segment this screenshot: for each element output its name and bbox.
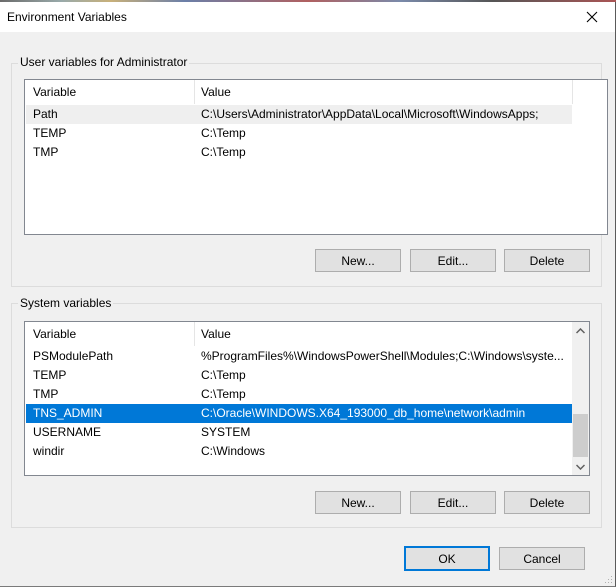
- chevron-down-icon: [576, 463, 585, 470]
- variable-name-cell: TNS_ADMIN: [33, 406, 103, 420]
- table-row[interactable]: TEMP C:\Temp: [26, 124, 572, 143]
- cancel-button[interactable]: Cancel: [499, 547, 585, 570]
- scroll-down-button[interactable]: [572, 458, 589, 475]
- system-new-button[interactable]: New...: [315, 491, 401, 514]
- table-row[interactable]: USERNAME SYSTEM: [26, 423, 572, 442]
- system-edit-button[interactable]: Edit...: [410, 491, 496, 514]
- variable-name-cell: TMP: [33, 387, 59, 401]
- table-row[interactable]: TMP C:\Temp: [26, 143, 572, 162]
- variable-name-cell: PSModulePath: [33, 349, 114, 363]
- variable-value-cell: C:\Temp: [201, 145, 246, 159]
- table-row[interactable]: Path C:\Users\Administrator\AppData\Local…: [26, 105, 572, 124]
- variable-value-cell: %ProgramFiles%\WindowsPowerShell\Modules…: [201, 349, 564, 363]
- table-row[interactable]: PSModulePath %ProgramFiles%\WindowsPowerS…: [26, 347, 572, 366]
- variable-value-cell: C:\Temp: [201, 368, 246, 382]
- variable-name-cell: TEMP: [33, 368, 67, 382]
- column-separator[interactable]: [572, 80, 573, 104]
- scroll-up-button[interactable]: [572, 322, 589, 339]
- user-edit-button[interactable]: Edit...: [410, 249, 496, 272]
- column-header-variable[interactable]: Variable: [26, 322, 193, 346]
- user-variables-label: User variables for Administrator: [18, 55, 190, 69]
- system-variables-label: System variables: [18, 296, 114, 310]
- user-new-button[interactable]: New...: [315, 249, 401, 272]
- window-title: Environment Variables: [7, 10, 127, 24]
- variable-name-cell: windir: [33, 444, 65, 458]
- variable-value-cell: SYSTEM: [201, 425, 251, 439]
- table-row[interactable]: TMP C:\Temp: [26, 385, 572, 404]
- system-delete-button[interactable]: Delete: [504, 491, 590, 514]
- variable-name-cell: Path: [33, 107, 58, 121]
- system-variables-list[interactable]: Variable Value PSModulePath %ProgramFiles…: [24, 321, 590, 476]
- user-delete-button[interactable]: Delete: [504, 249, 590, 272]
- variable-value-cell: C:\Oracle\WINDOWS.X64_193000_db_home\net…: [201, 406, 526, 420]
- vertical-scrollbar[interactable]: [572, 322, 589, 475]
- column-header-value[interactable]: Value: [194, 80, 572, 104]
- close-button[interactable]: [569, 2, 615, 32]
- environment-variables-dialog: Environment Variables User variables for…: [0, 0, 616, 587]
- list-header: Variable Value: [25, 80, 607, 104]
- close-icon: [586, 11, 598, 23]
- variable-name-cell: TMP: [33, 145, 59, 159]
- chevron-up-icon: [576, 327, 585, 334]
- scrollbar-thumb[interactable]: [573, 414, 588, 457]
- column-header-value[interactable]: Value: [194, 322, 572, 346]
- variable-value-cell: C:\Users\Administrator\AppData\Local\Mic…: [201, 107, 539, 121]
- user-variables-list[interactable]: Variable Value Path C:\Users\Administrato…: [24, 79, 608, 235]
- ok-button[interactable]: OK: [404, 546, 490, 571]
- resize-grip-icon[interactable]: [603, 574, 613, 584]
- column-header-variable[interactable]: Variable: [26, 80, 193, 104]
- variable-name-cell: TEMP: [33, 126, 67, 140]
- variable-value-cell: C:\Windows: [201, 444, 266, 458]
- variable-value-cell: C:\Temp: [201, 387, 246, 401]
- variable-name-cell: USERNAME: [33, 425, 102, 439]
- list-header: Variable Value: [25, 322, 589, 346]
- table-row[interactable]: TEMP C:\Temp: [26, 366, 572, 385]
- title-bar[interactable]: Environment Variables: [0, 2, 615, 32]
- table-row[interactable]: TNS_ADMIN C:\Oracle\WINDOWS.X64_193000_db…: [26, 404, 572, 423]
- table-row[interactable]: windir C:\Windows: [26, 442, 572, 461]
- variable-value-cell: C:\Temp: [201, 126, 246, 140]
